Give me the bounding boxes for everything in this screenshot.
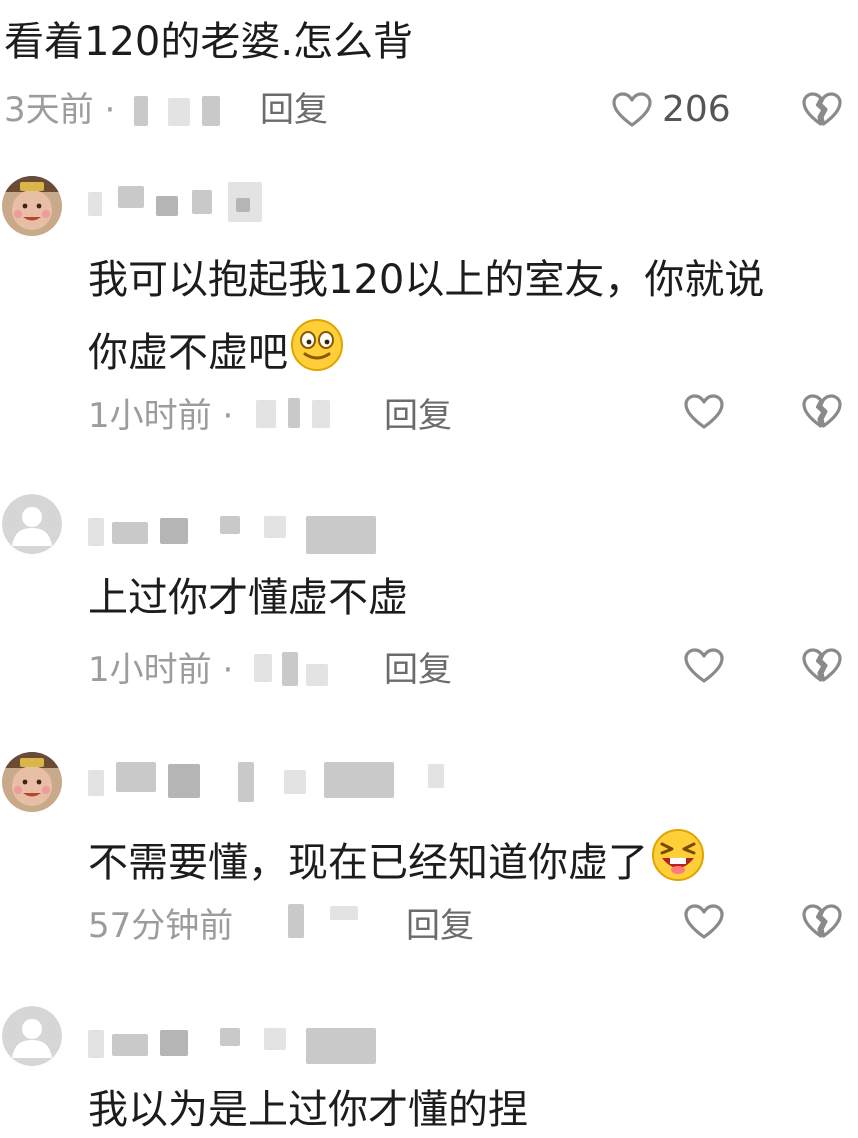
dislike-button[interactable]: [802, 904, 842, 944]
heart-outline-icon: [612, 92, 652, 128]
comment-text: 上过你才懂虚不虚: [88, 575, 408, 621]
comment-time: 1小时前 ·: [88, 396, 234, 436]
redacted-username[interactable]: [88, 1020, 388, 1066]
heart-outline-icon: [684, 394, 724, 430]
redacted-location: [134, 96, 148, 126]
reply-button[interactable]: 回复: [384, 396, 452, 436]
like-button[interactable]: 206: [612, 88, 731, 132]
comment-time: 3天前 ·: [4, 90, 116, 130]
broken-heart-icon: [802, 904, 842, 940]
redacted-username[interactable]: [88, 180, 288, 230]
comment-text: 我以为是上过你才懂的捏: [88, 1087, 528, 1133]
broken-heart-icon: [802, 92, 842, 128]
redacted-username[interactable]: [88, 756, 458, 802]
comment-time: 1小时前 ·: [88, 650, 234, 690]
broken-heart-icon: [802, 394, 842, 430]
redacted-location: [288, 904, 304, 938]
redacted-location: [306, 664, 328, 686]
broken-heart-icon: [802, 648, 842, 684]
redacted-location: [288, 398, 300, 428]
laughing-face-emoji: [650, 828, 706, 895]
avatar[interactable]: [2, 752, 62, 812]
top-comment-meta: 3天前 ·: [4, 90, 115, 130]
avatar[interactable]: [2, 494, 62, 554]
reply-button[interactable]: 回复: [406, 906, 474, 946]
comment-text-line: 不需要懂，现在已经知道你虚了: [88, 828, 706, 895]
reply-button[interactable]: 回复: [384, 650, 452, 690]
comment-text: 不需要懂，现在已经知道你虚了: [88, 840, 648, 886]
like-button[interactable]: [684, 394, 724, 434]
redacted-location: [168, 98, 190, 126]
dislike-button[interactable]: [802, 394, 842, 434]
comment-time: 57分钟前: [88, 906, 234, 946]
dislike-button[interactable]: [802, 92, 842, 132]
top-comment-text: 看着120的老婆.怎么背: [4, 19, 414, 65]
redacted-username[interactable]: [88, 508, 388, 554]
comment-text-line2: 你虚不虚吧: [88, 318, 344, 385]
dislike-button[interactable]: [802, 648, 842, 688]
avatar[interactable]: [2, 1006, 62, 1066]
redacted-location: [330, 906, 358, 920]
comment-text: 我可以抱起我120以上的室友，你就说: [88, 257, 765, 303]
redacted-location: [202, 96, 220, 126]
redacted-location: [254, 654, 272, 682]
like-button[interactable]: [684, 904, 724, 944]
redacted-location: [256, 400, 276, 428]
comment-text: 你虚不虚吧: [88, 330, 288, 376]
like-button[interactable]: [684, 648, 724, 688]
smirk-face-emoji: [290, 318, 344, 385]
reply-button[interactable]: 回复: [260, 90, 328, 130]
redacted-location: [282, 652, 298, 686]
heart-outline-icon: [684, 904, 724, 940]
like-count: 206: [662, 89, 731, 130]
redacted-location: [312, 400, 330, 428]
heart-outline-icon: [684, 648, 724, 684]
avatar[interactable]: [2, 176, 62, 236]
